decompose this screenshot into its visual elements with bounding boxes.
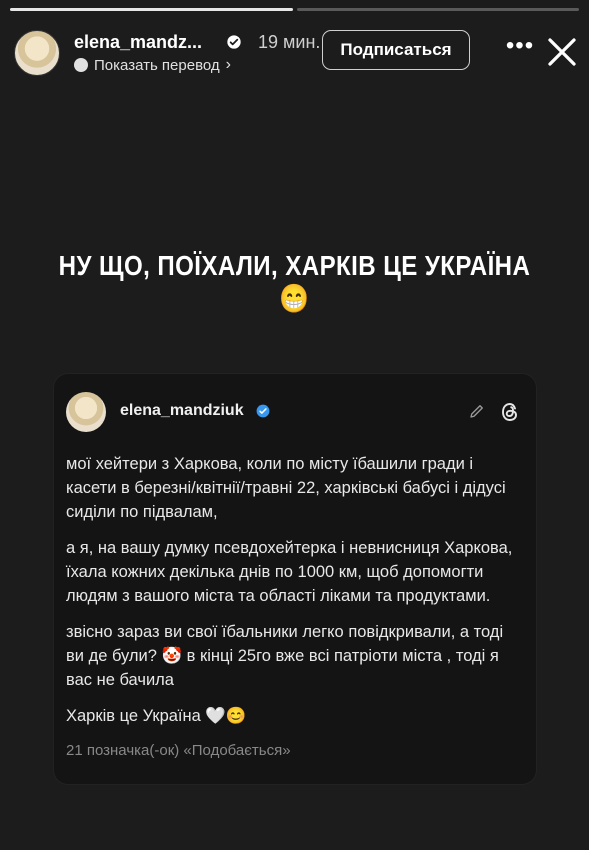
card-username: elena_mandziuk xyxy=(120,402,244,419)
post-paragraph: мої хейтери з Харкова, коли по місту їба… xyxy=(66,455,506,521)
post-text: мої хейтери з Харкова, коли по місту їба… xyxy=(66,452,522,740)
progress-segment xyxy=(10,8,293,11)
translate-label: Показать перевод xyxy=(94,56,220,74)
globe-icon xyxy=(74,58,88,72)
verified-badge-icon xyxy=(227,35,241,49)
post-paragraph: а я, на вашу думку псевдохейтерка і невн… xyxy=(66,539,513,605)
more-icon[interactable]: ••• xyxy=(500,34,540,64)
post-time: 19 мин. xyxy=(258,32,321,52)
avatar[interactable] xyxy=(14,30,60,76)
card-avatar xyxy=(66,392,106,432)
show-translation-link[interactable]: Показать перевод › xyxy=(74,56,231,74)
post-paragraph: Харків це Україна 🤍😊 xyxy=(66,707,247,725)
likes-count[interactable]: 21 позначка(-ок) «Подобається» xyxy=(66,742,291,759)
username[interactable]: elena_mandz... xyxy=(74,32,202,53)
story-headline: НУ ЩО, ПОЇХАЛИ, ХАРКІВ ЦЕ УКРАЇНА 😁 xyxy=(58,250,531,314)
chevron-right-icon: › xyxy=(225,56,231,73)
threads-icon xyxy=(502,403,517,421)
story-progress xyxy=(10,8,579,11)
pencil-icon xyxy=(470,405,483,418)
progress-segment xyxy=(296,8,579,11)
close-icon[interactable] xyxy=(544,34,580,70)
verified-badge-icon xyxy=(256,404,270,418)
post-paragraph: звісно зараз ви свої їбальники легко пов… xyxy=(66,623,504,689)
threads-post-card[interactable]: elena_mandziuk мої хейтери з Харкова, ко… xyxy=(54,374,536,784)
follow-button[interactable]: Подписаться xyxy=(322,30,470,70)
story-header: elena_mandz... 19 мин. Показать перевод … xyxy=(14,28,576,78)
